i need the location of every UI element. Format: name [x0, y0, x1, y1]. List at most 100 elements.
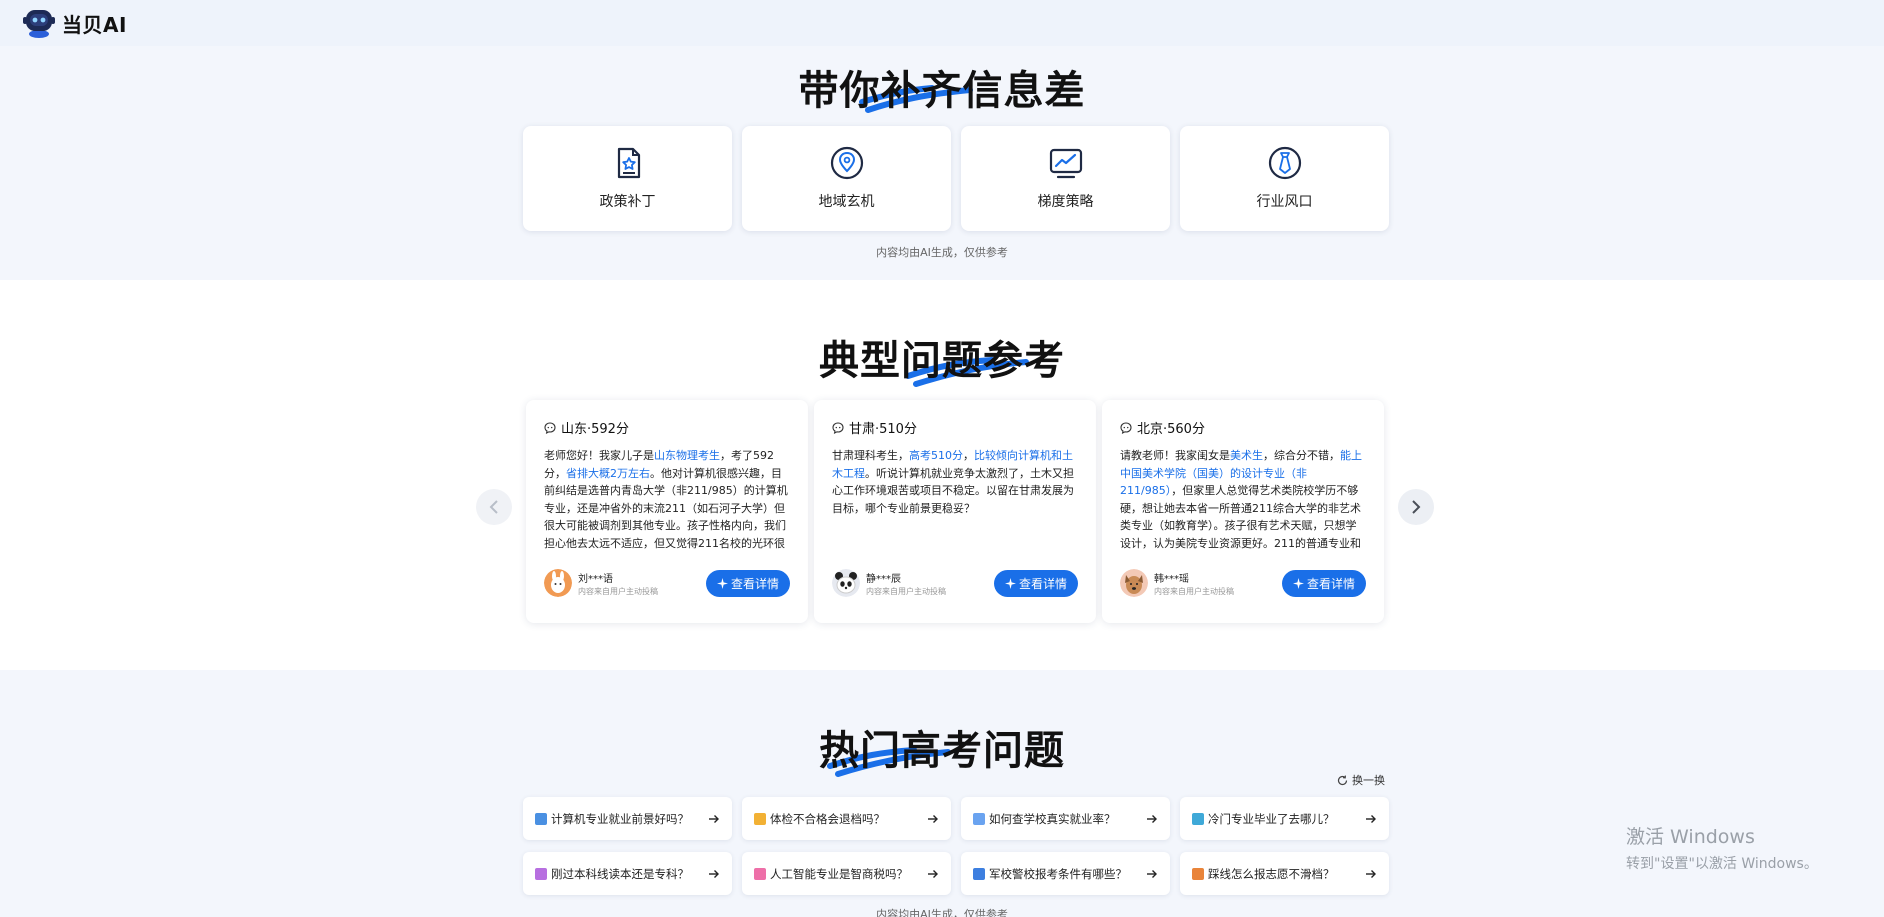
- question-card-heading: 山东·592分: [544, 418, 790, 437]
- user-name: 韩***瑶: [1154, 573, 1189, 585]
- body-text: ，: [963, 449, 974, 462]
- policy-document-icon: [617, 147, 640, 179]
- question-card-footer: 静***辰 内容来自用户主动投稿 查看详情: [832, 569, 1078, 597]
- question-card[interactable]: 山东·592分 老师您好！我家儿子是山东物理考生，考了592分，省排大概2万左右…: [526, 400, 808, 623]
- user-name: 刘***语: [578, 573, 613, 585]
- body-text: 甘肃理科考生，: [832, 449, 909, 462]
- info-gap-section: 带你补齐信息差 政策补丁 地域玄机 梯度策略 行业风口 内容均由AI生成，仅供参…: [0, 46, 1884, 280]
- user-name: 静***辰: [866, 573, 901, 585]
- question-card-footer: 刘***语 内容来自用户主动投稿 查看详情: [544, 569, 790, 597]
- question-card-heading: 甘肃·510分: [832, 418, 1078, 437]
- watermark-title: 激活 Windows: [1626, 826, 1755, 848]
- topic-emoji-icon: [754, 867, 766, 880]
- info-gap-title: 带你补齐信息差: [798, 68, 1086, 114]
- highlight-text: 省排大概2万左右: [566, 466, 650, 480]
- info-card-label: 行业风口: [1256, 194, 1313, 210]
- hot-question-label: 人工智能专业是智商税吗？: [770, 866, 908, 881]
- topic-emoji-icon: [535, 812, 547, 825]
- body-text: 。听说计算机就业竞争太激烈了，土木又担心工作环境艰苦或项目不稳定。以留在甘肃发展…: [832, 466, 1074, 515]
- topic-emoji-icon: [973, 812, 985, 825]
- body-text: 请教老师！我家闺女是: [1120, 449, 1230, 462]
- carousel-prev-button[interactable]: [476, 489, 512, 525]
- info-card-label: 政策补丁: [599, 194, 656, 210]
- topic-emoji-icon: [535, 867, 547, 880]
- typical-questions-title: 典型问题参考: [819, 328, 1065, 387]
- question-card-list: 山东·592分 老师您好！我家儿子是山东物理考生，考了592分，省排大概2万左右…: [526, 400, 1384, 623]
- chevron-right-icon: [1412, 500, 1421, 514]
- watermark-subtitle: 转到"设置"以激活 Windows。: [1626, 856, 1818, 872]
- hot-question-label: 体检不合格会退档吗？: [770, 811, 885, 826]
- avatar: [544, 569, 572, 597]
- highlight-text: 山东物理考生: [654, 449, 720, 462]
- arrow-right-icon: [1366, 869, 1376, 878]
- hot-questions-title: 热门高考问题: [819, 718, 1065, 777]
- info-card-gradient[interactable]: 梯度策略: [961, 126, 1170, 231]
- hot-question-item[interactable]: 刚过本科线读本还是专科？: [523, 852, 732, 895]
- ai-disclaimer: 内容均由AI生成，仅供参考: [876, 908, 1008, 917]
- hot-question-label: 军校警校报考条件有哪些？: [989, 866, 1127, 881]
- chat-bubble-icon: [1120, 421, 1132, 434]
- trend-chart-icon: [1049, 148, 1082, 179]
- robot-logo-icon[interactable]: [22, 7, 56, 39]
- question-card-body: 甘肃理科考生，高考510分，比较倾向计算机和土木工程。听说计算机就业竞争太激烈了…: [832, 447, 1078, 552]
- question-card[interactable]: 甘肃·510分 甘肃理科考生，高考510分，比较倾向计算机和土木工程。听说计算机…: [814, 400, 1096, 623]
- hot-questions-section: 热门高考问题 换一换 计算机专业就业前景好吗？ 体检不合格会退档吗？ 如何查学校真实…: [0, 670, 1884, 917]
- user-source: 内容来自用户主动投稿: [866, 586, 946, 596]
- hot-question-item[interactable]: 军校警校报考条件有哪些？: [961, 852, 1170, 895]
- chat-bubble-icon: [832, 421, 844, 434]
- info-card-region[interactable]: 地域玄机: [742, 126, 951, 231]
- ai-disclaimer: 内容均由AI生成，仅供参考: [876, 246, 1008, 259]
- topic-emoji-icon: [754, 812, 766, 825]
- hot-question-item[interactable]: 踩线怎么报志愿不滑档？: [1180, 852, 1389, 895]
- typical-questions-section: 典型问题参考 山东·592分 老师您好！我家儿子是山东物理考生，考了592分，省…: [0, 280, 1884, 670]
- sparkle-icon: [1004, 577, 1016, 589]
- hot-question-item[interactable]: 人工智能专业是智商税吗？: [742, 852, 951, 895]
- hot-question-label: 如何查学校真实就业率？: [989, 811, 1116, 826]
- question-card[interactable]: 北京·560分 请教老师！我家闺女是美术生，综合分不错，能上中国美术学院（国美）…: [1102, 400, 1384, 623]
- top-bar: 当贝AI: [0, 0, 1884, 46]
- chevron-left-icon: [489, 500, 498, 514]
- question-card-body: 老师您好！我家儿子是山东物理考生，考了592分，省排大概2万左右。他对计算机很感…: [544, 447, 790, 552]
- refresh-icon: [1337, 775, 1348, 785]
- hot-question-item[interactable]: 计算机专业就业前景好吗？: [523, 797, 732, 840]
- user-source: 内容来自用户主动投稿: [578, 586, 658, 596]
- brand-name[interactable]: 当贝AI: [62, 9, 127, 38]
- industry-tie-icon: [1268, 146, 1301, 180]
- refresh-button[interactable]: 换一换: [1337, 772, 1385, 788]
- question-card-footer: 韩***瑶 内容来自用户主动投稿 查看详情: [1120, 569, 1366, 597]
- info-card-list: 政策补丁 地域玄机 梯度策略 行业风口: [523, 126, 1389, 231]
- view-detail-button[interactable]: 查看详情: [993, 569, 1078, 597]
- hot-question-item[interactable]: 冷门专业毕业了去哪儿？: [1180, 797, 1389, 840]
- info-card-policy[interactable]: 政策补丁: [523, 126, 732, 231]
- user-source: 内容来自用户主动投稿: [1154, 586, 1234, 596]
- avatar: [1120, 569, 1148, 597]
- info-card-label: 梯度策略: [1037, 194, 1094, 210]
- hot-question-item[interactable]: 体检不合格会退档吗？: [742, 797, 951, 840]
- hot-question-label: 冷门专业毕业了去哪儿？: [1208, 811, 1335, 826]
- hot-question-grid: 计算机专业就业前景好吗？ 体检不合格会退档吗？ 如何查学校真实就业率？ 冷门专业毕业了…: [523, 797, 1389, 895]
- hot-question-label: 踩线怎么报志愿不滑档？: [1208, 866, 1335, 881]
- topic-emoji-icon: [1192, 867, 1204, 880]
- view-detail-button[interactable]: 查看详情: [705, 569, 790, 597]
- arrow-right-icon: [1147, 869, 1157, 878]
- question-card-body: 请教老师！我家闺女是美术生，综合分不错，能上中国美术学院（国美）的设计专业（非2…: [1120, 447, 1366, 552]
- info-card-label: 地域玄机: [818, 194, 875, 210]
- highlight-text: 高考510分: [909, 449, 963, 462]
- arrow-right-icon: [709, 869, 719, 878]
- hot-question-label: 刚过本科线读本还是专科？: [551, 866, 689, 881]
- arrow-right-icon: [1147, 814, 1157, 823]
- sparkle-icon: [716, 577, 728, 589]
- carousel-next-button[interactable]: [1398, 489, 1434, 525]
- location-pin-icon: [830, 146, 863, 180]
- body-text: ，综合分不错，: [1263, 449, 1340, 462]
- avatar: [832, 569, 860, 597]
- arrow-right-icon: [709, 814, 719, 823]
- info-card-industry[interactable]: 行业风口: [1180, 126, 1389, 231]
- sparkle-icon: [1292, 577, 1304, 589]
- view-detail-button[interactable]: 查看详情: [1281, 569, 1366, 597]
- arrow-right-icon: [1366, 814, 1376, 823]
- hot-question-item[interactable]: 如何查学校真实就业率？: [961, 797, 1170, 840]
- arrow-right-icon: [928, 869, 938, 878]
- question-card-heading: 北京·560分: [1120, 418, 1366, 437]
- windows-activation-watermark: 激活 Windows 转到"设置"以激活 Windows。: [1626, 822, 1818, 873]
